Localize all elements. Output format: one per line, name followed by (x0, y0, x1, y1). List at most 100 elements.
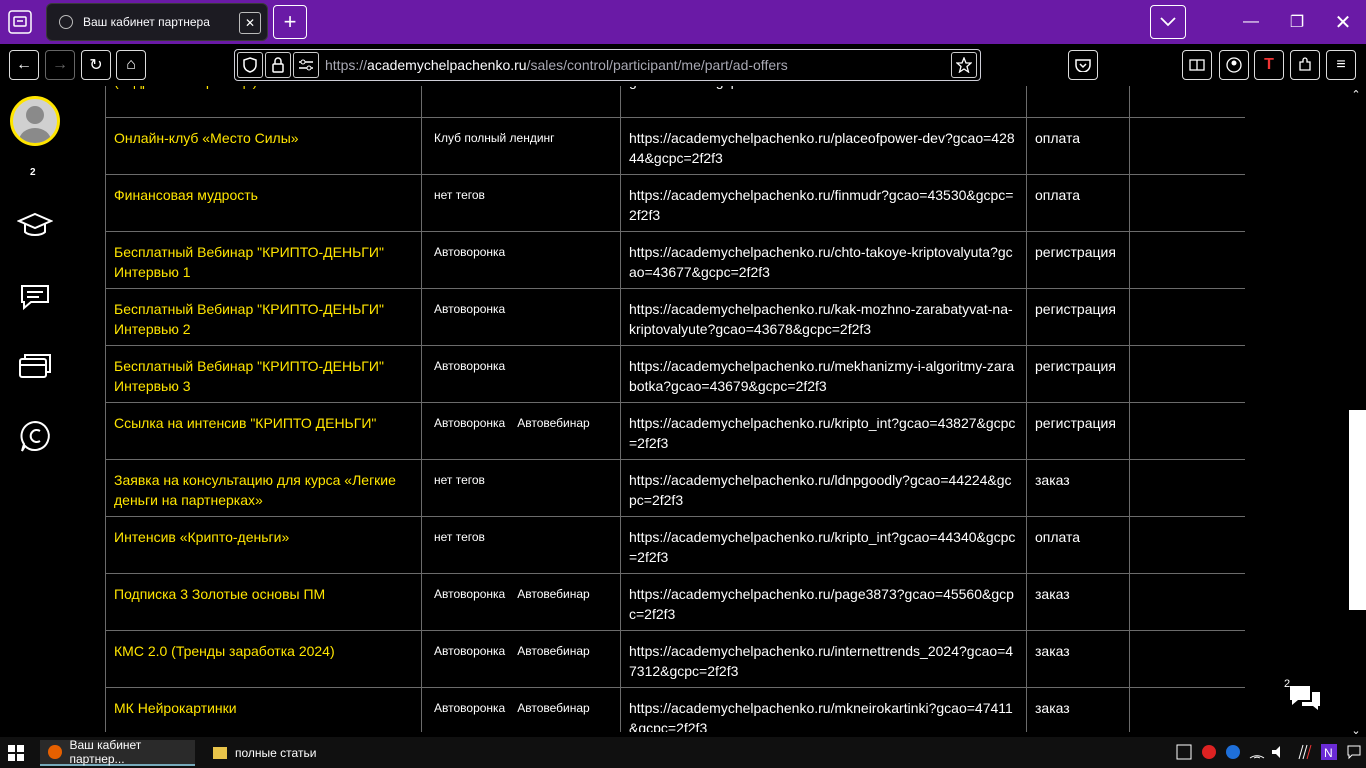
site-favicon-icon (59, 15, 73, 29)
address-bar[interactable]: https://academychelpachenko.ru/sales/con… (234, 49, 981, 81)
offer-tag: нет тегов (434, 473, 485, 487)
offer-url[interactable]: https://academychelpachenko.ru/chto-tako… (620, 231, 1027, 289)
offer-action (1026, 86, 1130, 118)
offer-url[interactable]: https://academychelpachenko.ru/placeofpo… (620, 117, 1027, 175)
windows-taskbar: Ваш кабинет партнер... полные статьи N (0, 737, 1366, 768)
offer-tag: Автоворонка (434, 587, 506, 601)
offer-tags: нет тегов (421, 459, 621, 517)
offer-name-link[interactable]: (подробная страница) (105, 86, 422, 118)
tray-bars-icon[interactable] (1295, 743, 1313, 761)
navigation-toolbar: ← → ↻ ⌂ https://academychelpachenko.ru/s… (0, 44, 1366, 86)
new-tab-button[interactable]: + (273, 5, 307, 39)
offer-extra-cell (1129, 459, 1245, 517)
offer-url[interactable]: https://academychelpachenko.ru/kripto_in… (620, 402, 1027, 460)
menu-hamburger-icon[interactable]: ≡ (1326, 50, 1356, 80)
tray-app-icon[interactable] (1175, 743, 1193, 761)
offer-tag: Автоворонка (434, 302, 506, 316)
firefox-icon (48, 745, 62, 759)
lock-icon[interactable] (265, 52, 291, 78)
bluetooth-icon[interactable] (1224, 743, 1242, 761)
table-row: Ссылка на интенсив "КРИПТО ДЕНЬГИ" Автово… (105, 402, 1245, 460)
minimize-button[interactable]: — (1228, 0, 1274, 44)
start-button[interactable] (8, 740, 32, 766)
offer-tag: Автовебинар (517, 587, 590, 601)
offer-action: оплата (1026, 516, 1130, 574)
back-button[interactable]: ← (9, 50, 39, 80)
offer-tags: Автоворонка Автовебинар (421, 573, 621, 631)
offer-tag: Клуб полный лендинг (434, 131, 555, 145)
offer-action: заказ (1026, 687, 1130, 732)
avatar[interactable] (10, 96, 60, 146)
tracking-protection-icon[interactable] (237, 52, 263, 78)
offer-tag: нет тегов (434, 188, 485, 202)
offer-name-link[interactable]: Подписка 3 Золотые основы ПМ (105, 573, 422, 631)
offer-extra-cell (1129, 117, 1245, 175)
tab-overview-button[interactable] (4, 6, 36, 38)
offer-action: регистрация (1026, 288, 1130, 346)
offer-tags: нет тегов (421, 174, 621, 232)
tab-close-icon[interactable]: ✕ (239, 12, 261, 34)
offer-url[interactable]: https://academychelpachenko.ru/kak-mozhn… (620, 288, 1027, 346)
browser-tab[interactable]: Ваш кабинет партнера ✕ (46, 3, 268, 41)
tabs-icon (8, 10, 32, 34)
offer-url[interactable]: https://academychelpachenko.ru/ldnpgoodl… (620, 459, 1027, 517)
extension-t-icon[interactable]: T (1254, 50, 1284, 80)
offer-name-link[interactable]: Онлайн-клуб «Место Силы» (105, 117, 422, 175)
home-button[interactable]: ⌂ (116, 50, 146, 80)
offer-name-link[interactable]: МК Нейрокартинки (105, 687, 422, 732)
chat-icon[interactable] (17, 278, 53, 314)
offer-name-link[interactable]: Интенсив «Крипто-деньги» (105, 516, 422, 574)
taskbar-folder[interactable]: полные статьи (205, 740, 335, 766)
account-icon[interactable] (1219, 50, 1249, 80)
bookmark-star-icon[interactable] (951, 52, 977, 78)
offer-extra-cell (1129, 573, 1245, 631)
offer-extra-cell (1129, 402, 1245, 460)
copyright-chat-icon[interactable] (17, 418, 53, 454)
url-text: https://academychelpachenko.ru/sales/con… (325, 57, 788, 73)
table-row: Бесплатный Вебинар "КРИПТО-ДЕНЬГИ" Интер… (105, 288, 1245, 346)
offer-tag: Автовебинар (517, 416, 590, 430)
offer-tags: Автоворонка Автовебинар (421, 402, 621, 460)
offer-extra-cell (1129, 687, 1245, 732)
offer-url[interactable]: https://academychelpachenko.ru/mekhanizm… (620, 345, 1027, 403)
tray-n-icon[interactable]: N (1320, 743, 1338, 761)
offer-tag: Автовебинар (517, 644, 590, 658)
offer-extra-cell (1129, 288, 1245, 346)
offer-name-link[interactable]: Финансовая мудрость (105, 174, 422, 232)
offer-url[interactable]: https://academychelpachenko.ru/kripto_in… (620, 516, 1027, 574)
list-all-tabs-button[interactable] (1150, 5, 1186, 39)
scrollbar-thumb[interactable] (1349, 410, 1366, 610)
offer-name-link[interactable]: Бесплатный Вебинар "КРИПТО-ДЕНЬГИ" Интер… (105, 231, 422, 289)
graduation-cap-icon[interactable] (17, 208, 53, 244)
offer-name-link[interactable]: Заявка на консультацию для курса «Легкие… (105, 459, 422, 517)
reader-view-icon[interactable] (1182, 50, 1212, 80)
offer-url[interactable]: https://academychelpachenko.ru/mkneiroka… (620, 687, 1027, 732)
pocket-icon[interactable] (1068, 50, 1098, 80)
scroll-up-arrow[interactable]: ⌃ (1350, 88, 1362, 101)
offer-url[interactable]: https://academychelpachenko.ru/page3873?… (620, 573, 1027, 631)
offer-name-link[interactable]: Бесплатный Вебинар "КРИПТО-ДЕНЬГИ" Интер… (105, 345, 422, 403)
permissions-icon[interactable] (293, 52, 319, 78)
forward-button[interactable]: → (45, 50, 75, 80)
reload-button[interactable]: ↻ (81, 50, 111, 80)
offer-name-link[interactable]: Бесплатный Вебинар "КРИПТО-ДЕНЬГИ" Интер… (105, 288, 422, 346)
offers-table: (подробная страница) gcao=42596&gcpc=2f2f… (105, 86, 1245, 732)
offer-url[interactable]: https://academychelpachenko.ru/internett… (620, 630, 1027, 688)
tray-antivirus-icon[interactable] (1200, 743, 1218, 761)
offer-url[interactable]: https://academychelpachenko.ru/finmudr?g… (620, 174, 1027, 232)
offer-tag: нет тегов (434, 530, 485, 544)
payment-cards-icon[interactable] (17, 348, 53, 384)
svg-text:N: N (1324, 746, 1333, 760)
taskbar-firefox[interactable]: Ваш кабинет партнер... (40, 738, 195, 766)
close-window-button[interactable]: ✕ (1320, 0, 1366, 44)
scroll-down-arrow[interactable]: ⌄ (1350, 724, 1362, 737)
offer-name-link[interactable]: Ссылка на интенсив "КРИПТО ДЕНЬГИ" (105, 402, 422, 460)
network-icon[interactable] (1248, 743, 1266, 761)
restore-button[interactable]: ❐ (1274, 0, 1320, 44)
table-row: Бесплатный Вебинар "КРИПТО-ДЕНЬГИ" Интер… (105, 345, 1245, 403)
offer-url[interactable]: gcao=42596&gcpc=2f2f3 (620, 86, 1027, 118)
notifications-icon[interactable] (1345, 743, 1363, 761)
extensions-puzzle-icon[interactable] (1290, 50, 1320, 80)
offer-name-link[interactable]: КМС 2.0 (Тренды заработка 2024) (105, 630, 422, 688)
volume-icon[interactable] (1270, 743, 1288, 761)
